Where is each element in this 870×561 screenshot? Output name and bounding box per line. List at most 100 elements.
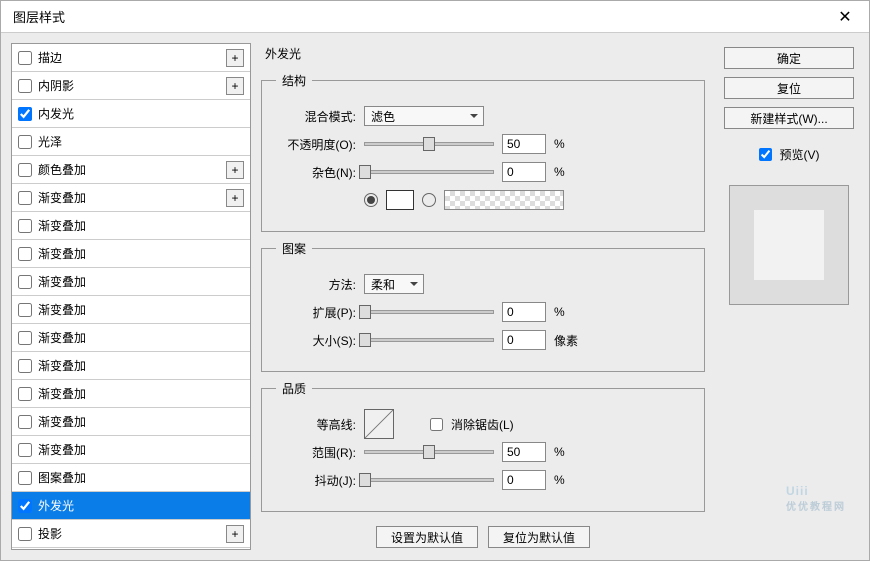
spread-unit: % [554,305,584,319]
new-style-button[interactable]: 新建样式(W)... [724,107,854,129]
effect-checkbox[interactable] [18,527,32,541]
effect-checkbox[interactable] [18,331,32,345]
quality-legend: 品质 [276,380,312,397]
antialias-label: 消除锯齿(L) [451,416,514,433]
range-slider[interactable] [364,450,494,454]
preview-box [729,185,849,305]
effect-row[interactable]: 光泽 [12,128,250,156]
effect-label: 渐变叠加 [38,441,244,458]
window-title: 图层样式 [13,7,833,26]
effect-checkbox[interactable] [18,219,32,233]
contour-picker[interactable] [364,409,394,439]
slider-thumb-icon[interactable] [423,137,435,151]
effect-row[interactable]: 颜色叠加+ [12,156,250,184]
spread-input[interactable] [502,302,546,322]
effect-checkbox[interactable] [18,247,32,261]
effect-row[interactable]: 外发光 [12,492,250,520]
effect-checkbox[interactable] [18,443,32,457]
ok-button[interactable]: 确定 [724,47,854,69]
opacity-input[interactable] [502,134,546,154]
blend-mode-label: 混合模式: [276,108,356,125]
effect-row[interactable]: 渐变叠加 + [12,184,250,212]
structure-group: 结构 混合模式: 滤色 不透明度(O): % 杂色(N): % [261,72,705,232]
blend-mode-select[interactable]: 滤色 [364,106,484,126]
panel-title: 外发光 [261,43,705,64]
effect-row[interactable]: 渐变叠加 [12,380,250,408]
effect-label: 图案叠加 [38,469,244,486]
size-input[interactable] [502,330,546,350]
effect-row[interactable]: 渐变叠加 [12,240,250,268]
noise-input[interactable] [502,162,546,182]
effect-checkbox[interactable] [18,499,32,513]
plus-icon[interactable]: + [226,189,244,207]
effect-row[interactable]: 渐变叠加 [12,268,250,296]
effect-label: 渐变叠加 [38,245,244,262]
effect-label: 渐变叠加 [38,189,220,206]
effect-checkbox[interactable] [18,51,32,65]
antialias-checkbox[interactable] [430,418,443,431]
effect-row[interactable]: 内阴影+ [12,72,250,100]
effect-checkbox[interactable] [18,415,32,429]
effect-checkbox[interactable] [18,275,32,289]
element-legend: 图案 [276,240,312,257]
spread-slider[interactable] [364,310,494,314]
jitter-label: 抖动(J): [276,472,356,489]
effect-row[interactable]: 渐变叠加 [12,212,250,240]
method-label: 方法: [276,276,356,293]
effect-checkbox[interactable] [18,191,32,205]
effect-checkbox[interactable] [18,107,32,121]
slider-thumb-icon[interactable] [359,305,371,319]
effect-row[interactable]: 投影+ [12,520,250,548]
slider-thumb-icon[interactable] [359,473,371,487]
effects-list-panel: 描边+内阴影+内发光光泽颜色叠加+渐变叠加+渐变叠加渐变叠加渐变叠加渐变叠加渐变… [11,43,251,550]
effect-row[interactable]: 渐变叠加 [12,436,250,464]
plus-icon[interactable]: + [226,77,244,95]
effect-row[interactable]: 描边 + [12,44,250,72]
make-default-button[interactable]: 设置为默认值 [376,526,478,548]
effect-row[interactable]: 渐变叠加 [12,296,250,324]
effect-row[interactable]: 图案叠加 [12,464,250,492]
gradient-picker[interactable] [444,190,564,210]
slider-thumb-icon[interactable] [359,333,371,347]
effect-row[interactable]: 渐变叠加 [12,324,250,352]
color-radio[interactable] [364,193,378,207]
gradient-radio[interactable] [422,193,436,207]
close-icon[interactable]: ✕ [833,5,857,29]
effects-list[interactable]: 描边+内阴影+内发光光泽颜色叠加+渐变叠加+渐变叠加渐变叠加渐变叠加渐变叠加渐变… [12,44,250,549]
cancel-button[interactable]: 复位 [724,77,854,99]
slider-thumb-icon[interactable] [359,165,371,179]
size-unit: 像素 [554,332,584,349]
jitter-slider[interactable] [364,478,494,482]
opacity-slider[interactable] [364,142,494,146]
range-input[interactable] [502,442,546,462]
effect-label: 外发光 [38,497,244,514]
effect-checkbox[interactable] [18,79,32,93]
preview-checkbox[interactable] [759,148,772,161]
effect-checkbox[interactable] [18,163,32,177]
effect-label: 内发光 [38,105,244,122]
effect-checkbox[interactable] [18,471,32,485]
effect-checkbox[interactable] [18,387,32,401]
slider-thumb-icon[interactable] [423,445,435,459]
method-select[interactable]: 柔和 [364,274,424,294]
reset-default-button[interactable]: 复位为默认值 [488,526,590,548]
jitter-input[interactable] [502,470,546,490]
effect-checkbox[interactable] [18,135,32,149]
noise-slider[interactable] [364,170,494,174]
plus-icon[interactable]: + [226,525,244,543]
color-swatch[interactable] [386,190,414,210]
effect-label: 渐变叠加 [38,357,244,374]
effect-row[interactable]: 内发光 [12,100,250,128]
effect-checkbox[interactable] [18,359,32,373]
effect-checkbox[interactable] [18,303,32,317]
noise-unit: % [554,165,584,179]
effect-row[interactable]: 渐变叠加 [12,408,250,436]
preview-label: 预览(V) [780,146,820,163]
size-slider[interactable] [364,338,494,342]
effect-label: 描边 [38,49,220,66]
plus-icon[interactable]: + [226,49,244,67]
plus-icon[interactable]: + [226,161,244,179]
effect-label: 渐变叠加 [38,217,244,234]
jitter-unit: % [554,473,584,487]
effect-row[interactable]: 渐变叠加 [12,352,250,380]
